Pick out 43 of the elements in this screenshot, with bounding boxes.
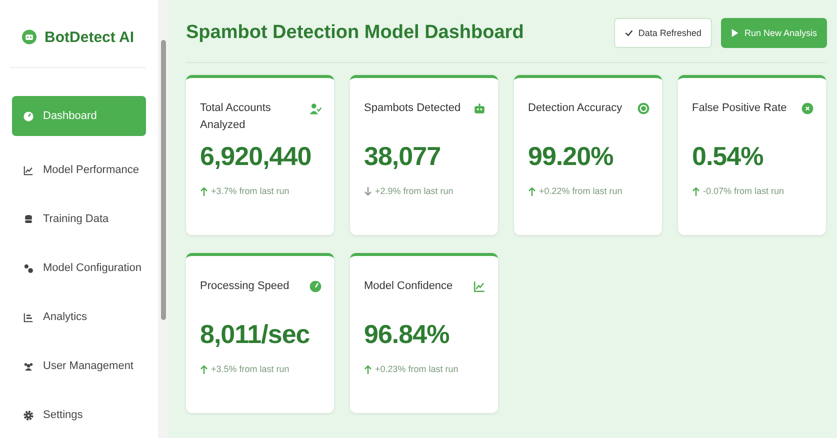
gauge-icon — [23, 110, 34, 122]
metric-title: Spambots Detected — [364, 101, 461, 116]
check-icon — [625, 29, 634, 37]
sidebar-item[interactable]: Model Configuration — [12, 253, 146, 283]
metric-value: 96.84% — [364, 318, 450, 350]
change-text: +2.9% from last run — [375, 186, 454, 196]
metric-value: 38,077 — [364, 140, 442, 172]
metric-title: Detection Accuracy — [528, 101, 622, 116]
change-text: +0.22% from last run — [539, 186, 622, 196]
metric-value: 0.54% — [692, 140, 764, 172]
change-text: +0.23% from last run — [375, 364, 458, 374]
bar-chart-icon — [23, 312, 34, 322]
x-circle-icon — [801, 102, 814, 115]
data-refreshed-button[interactable]: Data Refreshed — [614, 18, 712, 48]
metric-title: Model Confidence — [364, 279, 453, 294]
metric-title: Total Accounts Analyzed — [200, 101, 272, 133]
robot-icon — [473, 102, 486, 115]
scrollbar-thumb[interactable] — [160, 40, 166, 320]
sidebar-item[interactable]: Training Data — [12, 204, 146, 234]
metric-value: 6,920,440 — [200, 140, 312, 172]
metric-title: Processing Speed — [200, 279, 290, 294]
metric-value: 8,011/sec — [200, 318, 311, 350]
play-icon — [731, 29, 740, 37]
sidebar-item[interactable]: Analytics — [12, 302, 146, 332]
sidebar-item[interactable]: Model Performance — [12, 155, 146, 185]
gears-icon — [23, 262, 34, 274]
metric-title: False Positive Rate — [692, 101, 787, 116]
sidebar-item[interactable]: Settings — [12, 400, 146, 430]
page-title: Spambot Detection Model Dashboard — [186, 22, 524, 44]
settings-icon — [23, 410, 34, 420]
users-icon — [23, 360, 34, 372]
change-text: +3.5% from last run — [211, 364, 290, 374]
database-icon — [23, 214, 34, 224]
change-text: +3.7% from last run — [211, 186, 290, 196]
gauge-icon — [309, 280, 322, 293]
user-check-icon — [309, 102, 322, 115]
line-chart-icon — [23, 164, 34, 176]
line-chart-icon — [473, 280, 486, 293]
change-text: -0.07% from last run — [703, 186, 784, 196]
brand-name: BotDetect AI — [44, 28, 134, 46]
sidebar-item[interactable]: User Management — [12, 351, 146, 381]
metric-value: 99.20% — [528, 140, 614, 172]
target-icon — [637, 102, 650, 115]
